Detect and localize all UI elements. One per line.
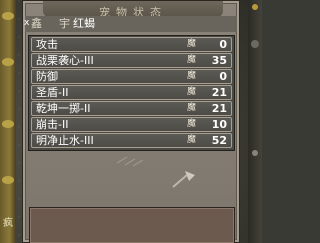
mana-label: 魔 bbox=[187, 135, 197, 145]
skill-name: 圣盾-II bbox=[36, 86, 69, 99]
mana-label: 魔 bbox=[187, 87, 197, 97]
skill-name: 攻击 bbox=[36, 38, 58, 51]
pet-name: 红蝎 bbox=[73, 17, 95, 30]
skill-description-box bbox=[29, 207, 235, 243]
leaf-icon bbox=[2, 12, 14, 20]
axe-icon bbox=[172, 171, 195, 188]
pet-tab-2[interactable]: 宇 bbox=[59, 16, 70, 32]
leaf-icon bbox=[2, 176, 14, 184]
mana-label: 魔 bbox=[187, 71, 197, 81]
skill-row[interactable]: 明净止水-III 魔 52 bbox=[31, 133, 232, 148]
mana-cost: 52 bbox=[211, 134, 227, 147]
mana-label: 魔 bbox=[187, 39, 197, 49]
left-side-panel: 疯 bbox=[0, 0, 16, 243]
mana-cost: 10 bbox=[211, 118, 227, 131]
skill-name: 战栗袭心-III bbox=[36, 54, 94, 67]
skill-list: 攻击 魔 0 战栗袭心-III 魔 35 防御 魔 0 圣盾-II 魔 21 乾… bbox=[28, 35, 235, 151]
pet-tab-1[interactable]: 鑫 bbox=[31, 16, 42, 32]
stone-icon bbox=[251, 40, 259, 48]
close-icon[interactable]: x bbox=[24, 18, 32, 28]
mana-cost: 0 bbox=[219, 70, 227, 83]
skill-row[interactable]: 圣盾-II 魔 21 bbox=[31, 85, 232, 100]
left-side-label: 疯 bbox=[3, 218, 13, 229]
gem-icon bbox=[252, 4, 258, 10]
mana-label: 魔 bbox=[187, 119, 197, 129]
skill-row[interactable]: 崩击-II 魔 10 bbox=[31, 117, 232, 132]
mana-label: 魔 bbox=[187, 55, 197, 65]
mana-cost: 21 bbox=[211, 86, 227, 99]
leaf-icon bbox=[2, 120, 14, 128]
stone-icon bbox=[252, 150, 258, 156]
mana-cost: 21 bbox=[211, 102, 227, 115]
window-titlebar[interactable]: 宠物状态 bbox=[43, 1, 223, 19]
right-side-panel bbox=[248, 0, 262, 243]
skill-name: 明净止水-III bbox=[36, 134, 94, 147]
skill-row[interactable]: 防御 魔 0 bbox=[31, 69, 232, 84]
pet-header: 鑫 宇 红蝎 bbox=[25, 16, 237, 32]
mana-label: 魔 bbox=[187, 103, 197, 113]
skill-name: 崩击-II bbox=[36, 118, 69, 131]
leaf-icon bbox=[2, 58, 14, 66]
floor-marks-icon bbox=[116, 156, 144, 167]
pet-status-window: 宠物状态 鑫 宇 红蝎 x 攻击 魔 0 战栗袭心-III 魔 35 防御 魔 … bbox=[22, 0, 240, 243]
mana-cost: 0 bbox=[219, 38, 227, 51]
skill-row[interactable]: 战栗袭心-III 魔 35 bbox=[31, 53, 232, 68]
skill-row[interactable]: 乾坤一掷-II 魔 21 bbox=[31, 101, 232, 116]
skill-name: 防御 bbox=[36, 70, 58, 83]
mana-cost: 35 bbox=[211, 54, 227, 67]
skill-name: 乾坤一掷-II bbox=[36, 102, 91, 115]
skill-row[interactable]: 攻击 魔 0 bbox=[31, 37, 232, 52]
